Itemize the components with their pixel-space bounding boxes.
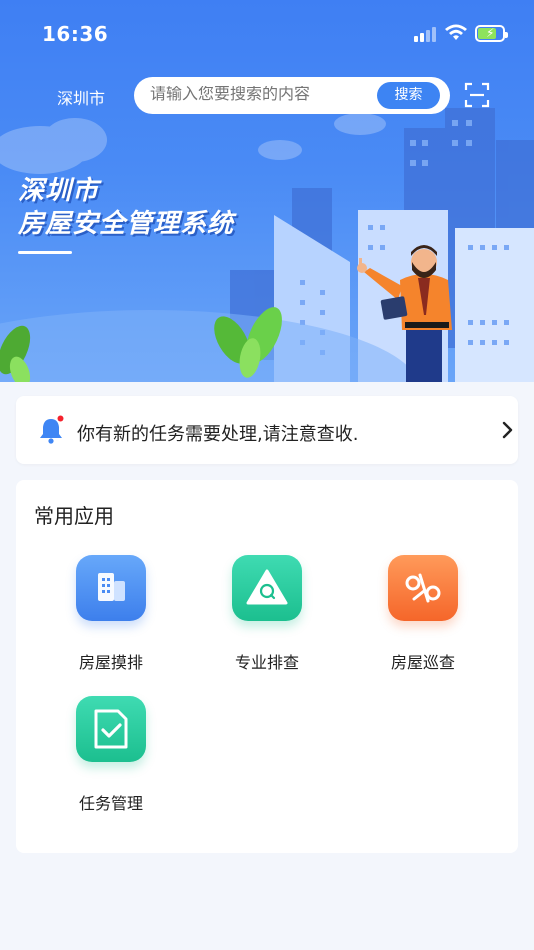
- app-professional-inspection[interactable]: 专业排查: [207, 555, 327, 673]
- search-input[interactable]: [150, 86, 380, 104]
- task-check-icon: [76, 696, 146, 762]
- battery-charging-icon: ⚡: [475, 25, 508, 42]
- warning-search-icon: [232, 555, 302, 621]
- apps-title: 常用应用: [34, 504, 114, 528]
- app-label: 房屋摸排: [78, 653, 143, 672]
- building-icon: [76, 555, 146, 621]
- notice-text: 你有新的任务需要处理,请注意查收.: [77, 424, 359, 445]
- app-label: 专业排查: [234, 653, 299, 672]
- patrol-icon: [388, 555, 458, 621]
- banner-title-system: 房屋安全管理系统: [18, 209, 235, 239]
- app-label: 房屋巡查: [390, 653, 455, 672]
- search-bar: 搜索: [134, 77, 450, 114]
- status-time: 16:36: [42, 22, 109, 46]
- scan-icon[interactable]: [464, 82, 490, 108]
- status-bar: 16:36 ⚡: [0, 0, 534, 66]
- title-underline: [18, 251, 72, 254]
- search-button[interactable]: 搜索: [377, 82, 440, 109]
- wifi-icon: [445, 24, 467, 40]
- signal-icon: [414, 26, 438, 42]
- task-notice[interactable]: 你有新的任务需要处理,请注意查收.: [16, 396, 518, 464]
- banner-title-city: 深圳市: [18, 176, 100, 206]
- hero-banner: 16:36 ⚡ 深圳市 搜索 深圳市 房屋安全管理系统: [0, 0, 534, 382]
- app-task-management[interactable]: 任务管理: [51, 696, 171, 814]
- app-house-patrol[interactable]: 房屋巡查: [363, 555, 483, 673]
- chevron-right-icon: [502, 421, 513, 439]
- app-label: 任务管理: [78, 794, 143, 813]
- city-selector[interactable]: 深圳市: [57, 85, 105, 109]
- bell-icon: [40, 415, 64, 444]
- app-house-survey[interactable]: 房屋摸排: [51, 555, 171, 673]
- common-apps-card: 常用应用 房屋摸排 专业排查 房屋巡查 任务管理: [16, 480, 518, 853]
